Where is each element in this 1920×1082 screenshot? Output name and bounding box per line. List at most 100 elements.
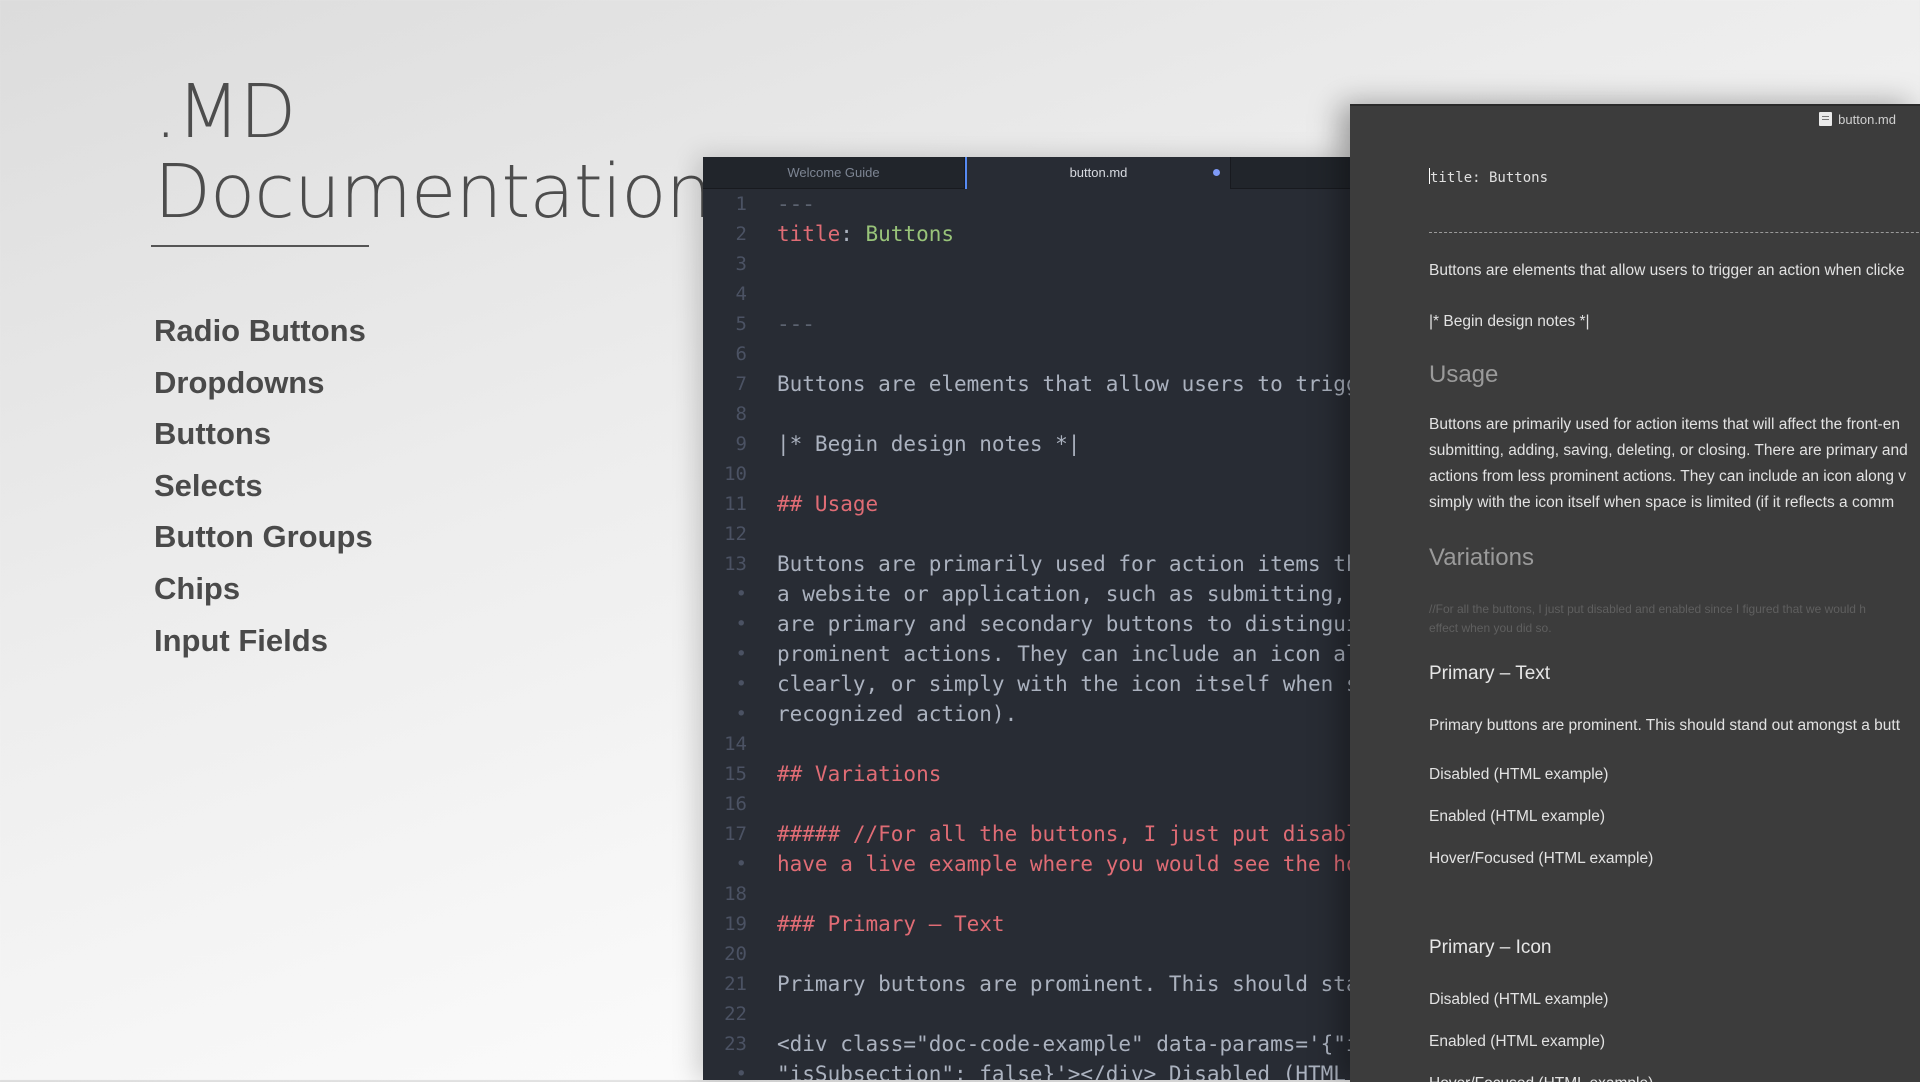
hero-title-line1: .MD [154, 69, 296, 155]
preview-icon-example-disabled: Disabled (HTML example) [1429, 991, 1609, 1008]
line-number: 23 [724, 1033, 747, 1055]
topic-list: Radio Buttons Dropdowns Buttons Selects … [154, 305, 373, 666]
line-number: 14 [724, 733, 747, 755]
line-number: 7 [735, 373, 747, 395]
code-text: clearly, or simply with the icon itself … [777, 672, 1353, 696]
preview-example-enabled: Enabled (HTML example) [1429, 808, 1606, 825]
topic-item: Dropdowns [154, 364, 325, 400]
line-number: 8 [735, 403, 747, 425]
code-area[interactable]: 1 --- 2 title: Buttons 3 4 5 --- 6 7 Buttons are e… [703, 189, 1353, 1080]
preview-icon-example-enabled: Enabled (HTML example) [1429, 1033, 1606, 1050]
code-line: 2 title: Buttons [703, 219, 1353, 249]
code-line: 12 [703, 519, 1353, 549]
preview-hr [1429, 232, 1920, 233]
preview-design-notes: |* Begin design notes *| [1429, 313, 1590, 330]
modified-indicator-icon [1213, 169, 1220, 176]
file-icon [1819, 112, 1833, 126]
line-number: 16 [724, 793, 747, 815]
preview-primary-icon-heading: Primary – Icon [1429, 937, 1552, 958]
code-line: 16 [703, 789, 1353, 819]
code-line: 10 [703, 459, 1353, 489]
preview-primary-text-desc: Primary buttons are prominent. This shou… [1429, 717, 1900, 734]
code-line: 5 --- [703, 309, 1353, 339]
line-number: 6 [735, 343, 747, 365]
code-text: Buttons are elements that allow users to… [777, 372, 1353, 396]
line-number: 19 [724, 913, 747, 935]
code-text: ##### //For all the buttons, I just put … [777, 822, 1353, 846]
code-text: <div class="doc-code-example" data-param… [777, 1032, 1353, 1056]
line-number: • [735, 703, 747, 725]
preview-usage-heading: Usage [1429, 361, 1499, 388]
code-line: 11 ## Usage [703, 489, 1353, 519]
topic-item: Button Groups [154, 519, 373, 555]
line-number: 10 [724, 463, 747, 485]
preview-titlebar: button.md [1819, 110, 1896, 128]
code-text: ## Usage [777, 492, 879, 516]
code-text: --- [777, 192, 815, 216]
code-line: 18 [703, 879, 1353, 909]
line-number: • [735, 583, 747, 605]
line-number: • [735, 1063, 747, 1080]
line-number: 11 [724, 493, 747, 515]
code-line: 23 <div class="doc-code-example" data-par… [703, 1029, 1353, 1059]
code-text: have a live example where you would see … [777, 852, 1353, 876]
code-line: • have a live example where you would see… [703, 849, 1353, 879]
code-text: prominent actions. They can include an i… [777, 642, 1353, 666]
line-number: • [735, 853, 747, 875]
line-number: 17 [724, 823, 747, 845]
preview-icon-example-hover: Hover/Focused (HTML example) [1429, 1071, 1653, 1082]
topic-item: Buttons [154, 416, 272, 452]
line-number: 20 [724, 943, 747, 965]
line-number: • [735, 613, 747, 635]
code-line: 17 ##### //For all the buttons, I just pu… [703, 819, 1353, 849]
tab-button-md[interactable]: button.md [965, 157, 1231, 189]
code-line: 8 [703, 399, 1353, 429]
preview-variations-note: //For all the buttons, I just put disabl… [1429, 602, 1866, 635]
line-number: 5 [735, 313, 747, 335]
code-line: 15 ## Variations [703, 759, 1353, 789]
code-text: are primary and secondary buttons to dis… [777, 612, 1353, 636]
line-number: 1 [735, 193, 747, 215]
hero-title: .MD Documentation: [154, 69, 736, 235]
line-number: 13 [724, 553, 747, 575]
line-number: 4 [735, 283, 747, 305]
code-text: Primary buttons are prominent. This shou… [777, 972, 1353, 996]
code-line: 21 Primary buttons are prominent. This sh… [703, 969, 1353, 999]
tab-label: button.md [1069, 165, 1128, 180]
editor-tab-bar: Welcome Guide button.md [703, 157, 1353, 189]
topic-item: Input Fields [154, 622, 328, 658]
code-line: 1 --- [703, 189, 1353, 219]
code-line: 14 [703, 729, 1353, 759]
preview-primary-text-heading: Primary – Text [1429, 663, 1551, 684]
code-line: • "isSubsection": false}'></div> Disabled… [703, 1059, 1353, 1080]
code-text: --- [777, 312, 815, 336]
code-text: Buttons are primarily used for action it… [777, 552, 1353, 576]
code-text: a website or application, such as submit… [777, 582, 1353, 606]
preview-example-disabled: Disabled (HTML example) [1429, 766, 1609, 783]
tab-welcome-guide[interactable]: Welcome Guide [703, 157, 965, 188]
code-editor-window: Welcome Guide button.md 1 --- 2 title: Butt… [703, 157, 1353, 1080]
code-text: title: Buttons [777, 222, 955, 246]
preview-variations-heading: Variations [1429, 544, 1534, 571]
code-line: 19 ### Primary – Text [703, 909, 1353, 939]
code-line: 6 [703, 339, 1353, 369]
preview-window-title: button.md [1838, 111, 1896, 127]
preview-usage-paragraph: Buttons are primarily used for action it… [1429, 416, 1908, 511]
code-line: 4 [703, 279, 1353, 309]
line-number: 3 [735, 253, 747, 275]
code-line: 7 Buttons are elements that allow users t… [703, 369, 1353, 399]
line-number: 18 [724, 883, 747, 905]
code-line: 20 [703, 939, 1353, 969]
hero-title-line2: Documentation: [154, 149, 736, 235]
code-line: • are primary and secondary buttons to di… [703, 609, 1353, 639]
code-text: ### Primary – Text [777, 912, 1005, 936]
code-text: |* Begin design notes *| [777, 432, 1081, 456]
topic-item: Selects [154, 467, 263, 503]
line-number: • [735, 673, 747, 695]
code-line: 9 |* Begin design notes *| [703, 429, 1353, 459]
line-number: 22 [724, 1003, 747, 1025]
topic-item: Radio Buttons [154, 313, 366, 348]
code-line: • prominent actions. They can include an … [703, 639, 1353, 669]
preview-intro: Buttons are elements that allow users to… [1429, 262, 1905, 279]
topic-item: Chips [154, 570, 241, 606]
